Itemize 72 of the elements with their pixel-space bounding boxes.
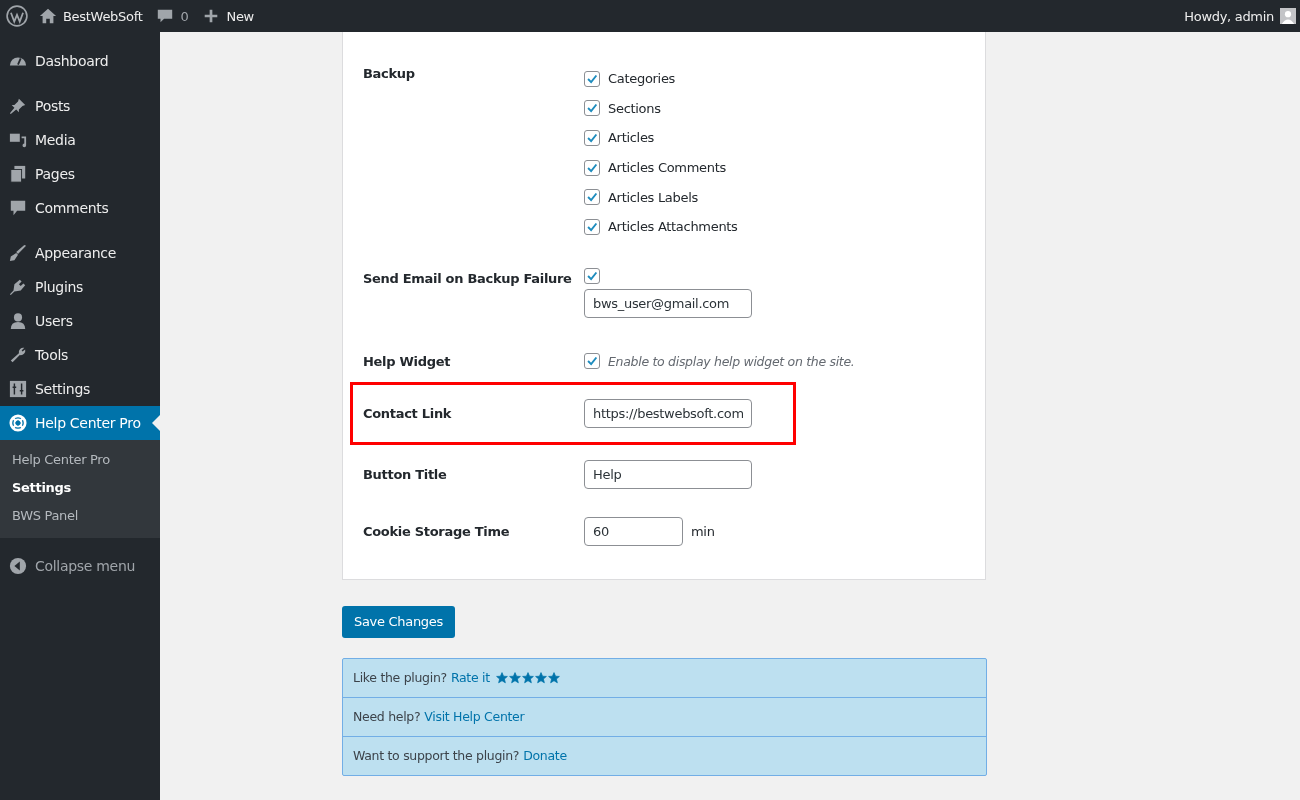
save-changes-button[interactable]: Save Changes — [342, 605, 455, 638]
star-icon — [521, 671, 534, 684]
info-link[interactable]: Rate it — [450, 670, 490, 686]
checkbox[interactable] — [584, 353, 600, 370]
media-icon — [9, 131, 27, 149]
collapse-menu-button[interactable]: Collapse menu — [0, 549, 160, 583]
setting-label: Button Title — [363, 466, 448, 485]
menu-item[interactable]: Dashboard — [0, 44, 160, 78]
checkbox-label: Categories — [608, 71, 676, 87]
checkbox[interactable] — [584, 159, 600, 176]
setting-label: Help Widget — [363, 352, 452, 371]
checkbox[interactable] — [584, 267, 600, 284]
wrench-icon — [9, 346, 27, 364]
menu-item[interactable]: Users — [0, 304, 160, 338]
comments-link[interactable]: 0 — [156, 7, 189, 25]
text-field[interactable]: Help — [584, 460, 752, 490]
menu-item[interactable]: Settings — [0, 372, 160, 406]
submenu-item[interactable]: Settings — [0, 474, 160, 502]
lifebuoy-icon — [9, 414, 27, 432]
text-field[interactable]: https://bestwebsoft.com — [584, 399, 752, 429]
avatar-icon — [1280, 8, 1296, 24]
person-icon — [9, 312, 27, 330]
checkbox-label: Articles Comments — [608, 160, 726, 176]
star-icon — [495, 671, 508, 684]
submenu-item[interactable]: BWS Panel — [0, 502, 160, 530]
star-icon — [547, 671, 560, 684]
new-link[interactable]: New — [202, 7, 254, 25]
checkbox[interactable] — [584, 100, 600, 117]
hint-text: Enable to display help widget on the site. — [608, 353, 855, 369]
site-link[interactable]: BestWebSoft — [39, 7, 143, 25]
star-icon — [534, 671, 547, 684]
wordpress-logo-icon[interactable] — [6, 5, 28, 27]
setting-label: Send Email on Backup Failure — [363, 269, 573, 288]
info-text: Want to support the plugin? — [353, 748, 520, 764]
info-link[interactable]: Donate — [523, 748, 567, 764]
unit-label: min — [691, 524, 715, 540]
bubble-icon — [9, 199, 27, 217]
info-text: Need help? — [353, 709, 421, 725]
star-rating[interactable] — [495, 671, 560, 684]
info-text: Like the plugin? — [353, 670, 447, 686]
checkbox-label: Articles — [608, 130, 655, 146]
menu-item[interactable]: Comments — [0, 191, 160, 225]
checkbox[interactable] — [584, 218, 600, 235]
star-icon — [508, 671, 521, 684]
menu-item[interactable]: Help Center Pro — [0, 406, 160, 440]
checkbox[interactable] — [584, 189, 600, 206]
account-menu[interactable]: Howdy, admin — [1184, 8, 1296, 24]
pin-icon — [9, 97, 27, 115]
submenu-item[interactable]: Help Center Pro — [0, 446, 160, 474]
checkbox-label: Articles Attachments — [608, 219, 738, 235]
sliders-icon — [9, 380, 27, 398]
setting-label: Cookie Storage Time — [363, 523, 511, 542]
setting-label: Contact Link — [363, 405, 453, 424]
menu-item[interactable]: Media — [0, 123, 160, 157]
menu-item[interactable]: Appearance — [0, 236, 160, 270]
home-icon — [39, 7, 57, 25]
brush-icon — [9, 244, 27, 262]
menu-item[interactable]: Pages — [0, 157, 160, 191]
checkbox-label: Articles Labels — [608, 189, 698, 205]
menu-item[interactable]: Tools — [0, 338, 160, 372]
menu-item[interactable]: Plugins — [0, 270, 160, 304]
email-field[interactable]: bws_user@gmail.com — [584, 288, 752, 318]
left-arrow-circle-icon — [9, 557, 27, 575]
menu-item[interactable]: Posts — [0, 89, 160, 123]
checkbox[interactable] — [584, 130, 600, 146]
info-link[interactable]: Visit Help Center — [424, 709, 525, 725]
checkbox[interactable] — [584, 70, 600, 87]
setting-label: Backup — [363, 65, 416, 83]
number-field[interactable]: 60 — [584, 517, 683, 547]
pages-icon — [9, 165, 27, 183]
plug-icon — [9, 278, 27, 296]
checkbox-label: Sections — [608, 100, 661, 116]
